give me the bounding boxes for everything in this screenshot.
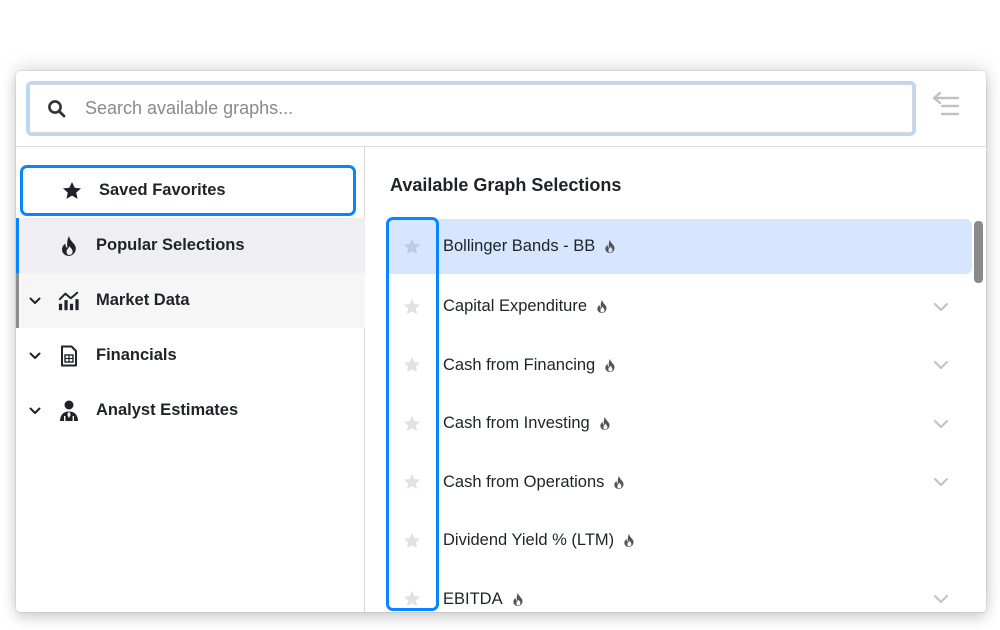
collapse-menu-icon — [930, 89, 962, 126]
chevron-down-icon[interactable] — [932, 301, 950, 313]
star-outline-icon[interactable] — [402, 472, 422, 492]
star-outline-icon[interactable] — [402, 414, 422, 434]
fire-icon — [598, 416, 612, 432]
list-item-label: EBITDA — [443, 589, 503, 608]
search-icon — [45, 97, 69, 121]
list-item-label: Bollinger Bands - BB — [443, 237, 596, 255]
fire-icon — [603, 239, 617, 255]
graph-selector-panel: Saved Favorites Popular Selections — [16, 71, 986, 612]
star-outline-icon[interactable] — [402, 531, 422, 551]
graph-list: Bollinger Bands - BB Capital Expenditure — [386, 219, 972, 612]
fire-icon — [595, 299, 609, 315]
fire-icon — [622, 533, 636, 549]
list-item-label: Capital Expenditure — [443, 297, 588, 316]
graph-list-area: Available Graph Selections Bollinger Ban… — [366, 147, 986, 612]
chevron-down-icon[interactable] — [28, 294, 42, 308]
star-outline-icon[interactable] — [402, 589, 422, 609]
chart-icon — [58, 290, 80, 312]
sidebar-item-label: Saved Favorites — [99, 181, 226, 199]
fire-icon — [612, 474, 626, 490]
chevron-down-icon[interactable] — [932, 476, 950, 488]
section-title: Available Graph Selections — [390, 175, 622, 195]
list-item[interactable]: Cash from Financing — [386, 336, 972, 395]
list-scrollbar[interactable] — [974, 221, 983, 283]
search-input[interactable] — [85, 98, 913, 119]
chevron-down-icon[interactable] — [28, 349, 42, 363]
sidebar-item-popular-selections[interactable]: Popular Selections — [16, 218, 365, 273]
star-outline-icon[interactable] — [402, 297, 422, 317]
fire-icon — [58, 235, 80, 257]
sidebar-item-financials[interactable]: Financials — [16, 328, 365, 383]
fire-icon — [511, 591, 525, 607]
spreadsheet-icon — [58, 345, 80, 367]
sidebar-item-label: Financials — [96, 346, 177, 364]
list-item[interactable]: Cash from Operations — [386, 453, 972, 512]
list-item[interactable]: EBITDA — [386, 570, 972, 612]
chevron-down-icon[interactable] — [932, 359, 950, 371]
analyst-icon — [58, 400, 80, 422]
search-bar[interactable] — [26, 81, 916, 136]
list-item[interactable]: Cash from Investing — [386, 395, 972, 454]
star-outline-icon[interactable] — [402, 355, 422, 375]
list-item-label: Cash from Operations — [443, 472, 605, 491]
sidebar-item-label: Analyst Estimates — [96, 401, 239, 419]
fire-icon — [603, 357, 617, 373]
star-icon — [61, 180, 83, 202]
sidebar-item-saved-favorites[interactable]: Saved Favorites — [20, 165, 356, 216]
sidebar-item-market-data[interactable]: Market Data — [16, 273, 365, 328]
list-item-label: Dividend Yield % (LTM) — [443, 531, 615, 550]
chevron-down-icon[interactable] — [28, 404, 42, 418]
list-item[interactable]: Dividend Yield % (LTM) — [386, 512, 972, 571]
list-item[interactable]: Capital Expenditure — [386, 278, 972, 337]
chevron-down-icon[interactable] — [932, 418, 950, 430]
star-outline-icon[interactable] — [402, 237, 422, 257]
sidebar-item-label: Market Data — [96, 291, 190, 309]
category-sidebar: Saved Favorites Popular Selections Marke… — [16, 147, 365, 612]
list-item[interactable]: Bollinger Bands - BB — [386, 219, 972, 274]
list-item-label: Cash from Financing — [443, 355, 596, 374]
sidebar-item-analyst-estimates[interactable]: Analyst Estimates — [16, 383, 365, 438]
list-item-label: Cash from Investing — [443, 414, 590, 433]
chevron-down-icon[interactable] — [932, 593, 950, 605]
collapse-menu-button[interactable] — [928, 89, 964, 125]
sidebar-item-label: Popular Selections — [96, 236, 245, 254]
